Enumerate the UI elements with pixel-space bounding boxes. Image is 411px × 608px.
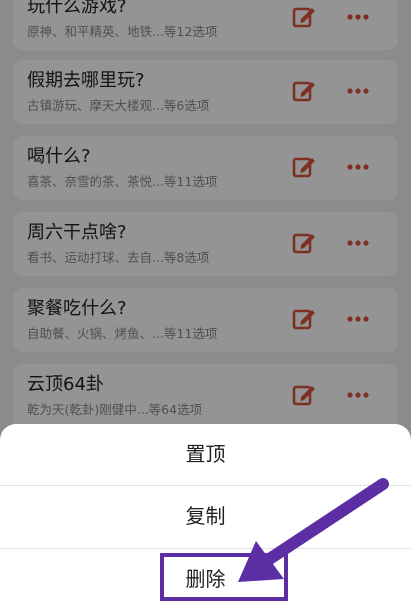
annotation-highlight-box <box>160 553 288 601</box>
pin-button[interactable]: 置顶 <box>0 424 411 484</box>
copy-button[interactable]: 复制 <box>0 486 411 546</box>
screen: 玩什么游戏? 原神、和平精英、地铁...等12选项 假期去哪里玩? 古镇游玩、摩… <box>0 0 411 608</box>
